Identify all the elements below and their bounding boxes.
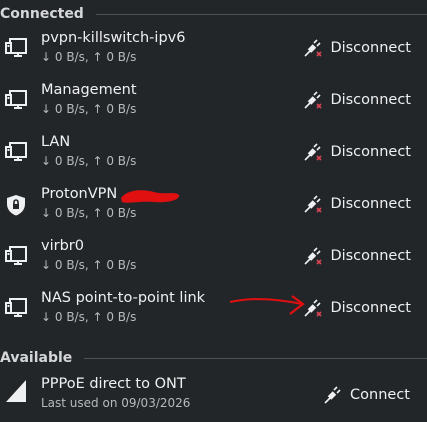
- connection-speed: ↓ 0 B/s, ↑ 0 B/s: [41, 102, 137, 116]
- disconnect-button[interactable]: Disconnect: [302, 192, 411, 216]
- disconnect-button[interactable]: Disconnect: [302, 244, 411, 268]
- connect-button[interactable]: Connect: [322, 383, 410, 407]
- disconnect-button[interactable]: Disconnect: [302, 140, 411, 164]
- connection-item-pppoe-direct-to-ont[interactable]: PPPoE direct to ONT Last used on 09/03/2…: [0, 370, 427, 422]
- connection-speed: ↓ 0 B/s, ↑ 0 B/s: [41, 310, 137, 324]
- connection-name: NAS point-to-point link: [41, 290, 206, 306]
- disconnect-label: Disconnect: [330, 144, 411, 160]
- disconnect-label: Disconnect: [330, 196, 411, 212]
- disconnect-label: Disconnect: [330, 92, 411, 108]
- connection-name: ProtonVPN: [41, 186, 118, 202]
- available-section-label: Available: [0, 350, 73, 366]
- connection-name: PPPoE direct to ONT: [41, 376, 186, 392]
- connection-item-pvpn-killswitch-ipv6[interactable]: pvpn-killswitch-ipv6 ↓ 0 B/s, ↑ 0 B/s Di…: [0, 24, 427, 76]
- wired-computer-icon: [5, 90, 27, 109]
- available-section-header: Available: [0, 350, 427, 366]
- connect-plug-icon: [324, 386, 341, 404]
- connection-speed: ↓ 0 B/s, ↑ 0 B/s: [41, 154, 137, 168]
- connection-speed: ↓ 0 B/s, ↑ 0 B/s: [41, 206, 137, 220]
- wired-computer-icon: [5, 38, 27, 57]
- connection-item-lan[interactable]: LAN ↓ 0 B/s, ↑ 0 B/s Disconnect: [0, 128, 427, 180]
- connection-speed: ↓ 0 B/s, ↑ 0 B/s: [41, 50, 137, 64]
- disconnect-button[interactable]: Disconnect: [302, 296, 411, 320]
- disconnect-button[interactable]: Disconnect: [302, 36, 411, 60]
- disconnect-label: Disconnect: [330, 300, 411, 316]
- section-divider: [84, 357, 427, 359]
- connection-name: LAN: [41, 134, 71, 150]
- red-redaction-scribble: [121, 190, 180, 203]
- disconnect-label: Disconnect: [330, 248, 411, 264]
- red-annotation-arrow: [229, 295, 305, 315]
- wired-computer-icon: [5, 142, 27, 161]
- connection-item-nas-point-to-point-link[interactable]: NAS point-to-point link ↓ 0 B/s, ↑ 0 B/s…: [0, 284, 427, 336]
- disconnect-plug-icon: [304, 299, 323, 317]
- wired-computer-icon: [5, 298, 27, 317]
- disconnect-plug-icon: [304, 91, 323, 109]
- disconnect-plug-icon: [304, 247, 323, 265]
- connection-item-protonvpn[interactable]: ProtonVPN ↓ 0 B/s, ↑ 0 B/s Disconnect: [0, 180, 427, 232]
- connect-label: Connect: [350, 387, 410, 403]
- connection-name: Management: [41, 82, 137, 98]
- network-icon: [6, 380, 26, 402]
- connection-name: pvpn-killswitch-ipv6: [41, 30, 186, 46]
- connection-item-management[interactable]: Management ↓ 0 B/s, ↑ 0 B/s Disconnect: [0, 76, 427, 128]
- disconnect-plug-icon: [304, 195, 323, 213]
- last-used-text: Last used on 09/03/2026: [41, 396, 191, 410]
- disconnect-label: Disconnect: [330, 40, 411, 56]
- connected-section-label: Connected: [0, 6, 84, 22]
- connection-item-virbr0[interactable]: virbr0 ↓ 0 B/s, ↑ 0 B/s Disconnect: [0, 232, 427, 284]
- connection-name: virbr0: [41, 238, 84, 254]
- connection-speed: ↓ 0 B/s, ↑ 0 B/s: [41, 258, 137, 272]
- connected-section-header: Connected: [0, 6, 427, 22]
- section-divider: [95, 13, 427, 15]
- wired-computer-icon: [5, 246, 27, 265]
- disconnect-plug-icon: [304, 143, 323, 161]
- vpn-shield-icon: [7, 195, 25, 216]
- disconnect-button[interactable]: Disconnect: [302, 88, 411, 112]
- disconnect-plug-icon: [304, 39, 323, 57]
